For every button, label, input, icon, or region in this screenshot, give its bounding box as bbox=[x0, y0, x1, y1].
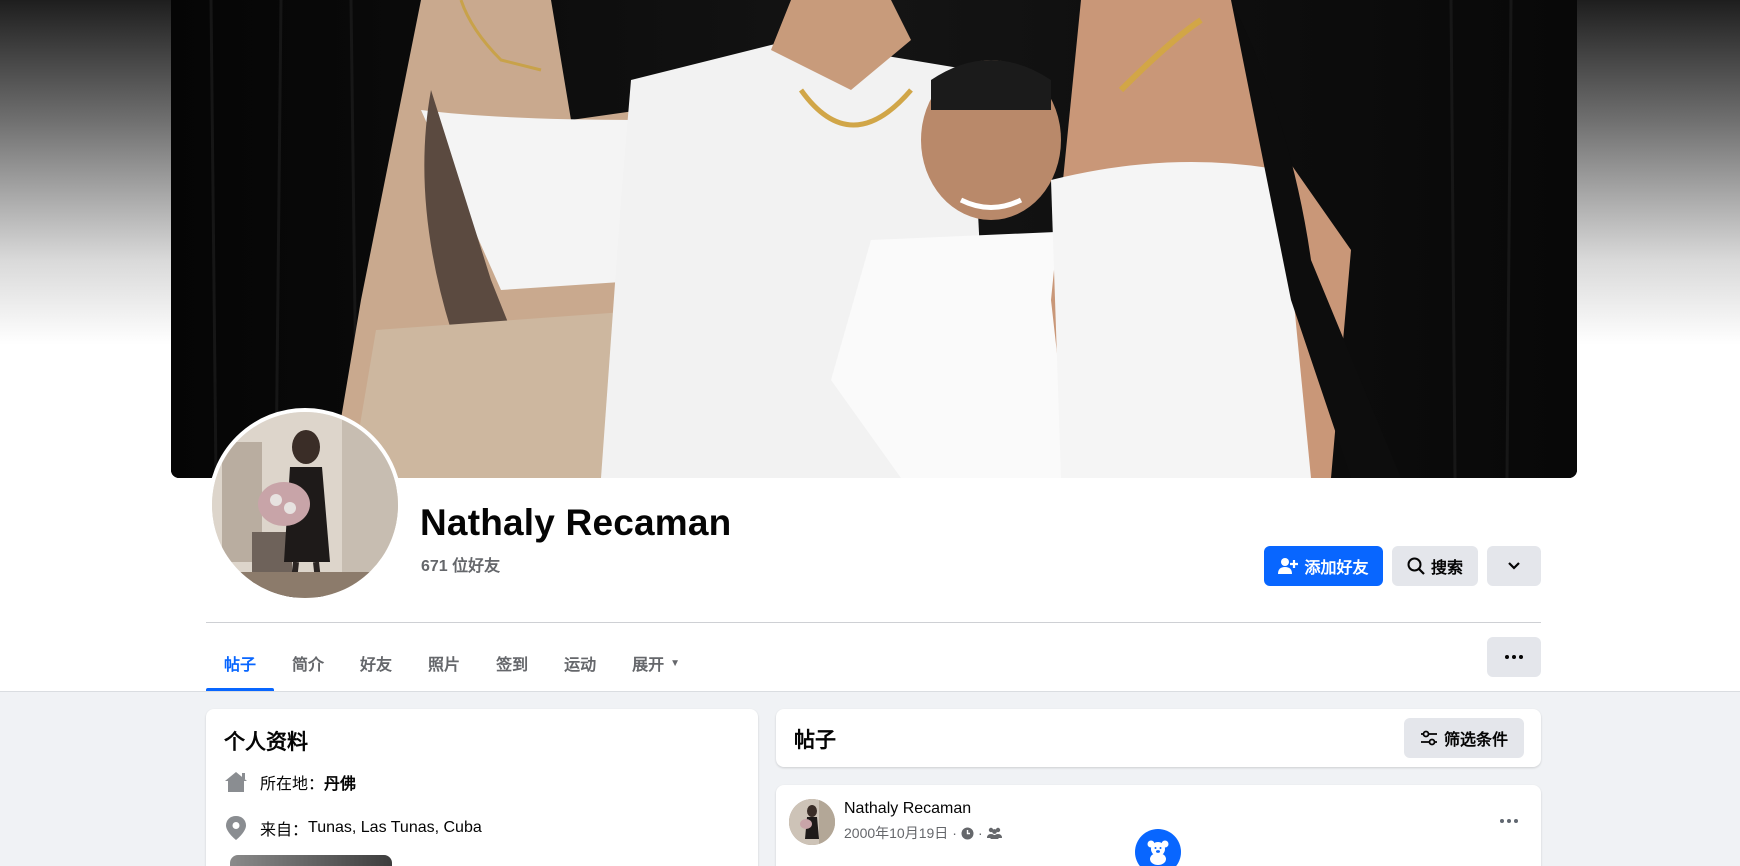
home-icon bbox=[224, 770, 248, 794]
profile-header: Nathaly Recaman 671 位好友 添加好友 搜索 帖子 简介 好友… bbox=[0, 0, 1740, 692]
profile-more-button[interactable] bbox=[1487, 546, 1541, 586]
post-date[interactable]: 2000年10月19日 bbox=[844, 823, 948, 843]
chevron-down-icon bbox=[1508, 562, 1520, 570]
clock-icon bbox=[961, 827, 974, 839]
add-friend-label: 添加好友 bbox=[1304, 560, 1369, 577]
tab-label: 展开 bbox=[632, 657, 665, 674]
friends-icon bbox=[986, 827, 1002, 839]
lives-in-row: 所在地： 丹佛 bbox=[224, 770, 356, 794]
tabs-overflow-button[interactable] bbox=[1487, 637, 1541, 677]
profile-name: Nathaly Recaman bbox=[420, 502, 732, 543]
intro-card: 个人资料 所在地： 丹佛 来自： Tunas, Las Tunas, Cuba bbox=[206, 709, 758, 866]
post-card: Nathaly Recaman 2000年10月19日 · · bbox=[776, 785, 1541, 866]
filter-sliders-icon bbox=[1420, 730, 1437, 746]
post-options-button[interactable] bbox=[1491, 803, 1527, 839]
tab-label: 简介 bbox=[292, 657, 325, 674]
tab-label: 签到 bbox=[496, 657, 529, 674]
more-horizontal-icon bbox=[1505, 655, 1523, 659]
post-meta: 2000年10月19日 · · bbox=[844, 823, 1002, 843]
posts-title: 帖子 bbox=[794, 729, 836, 752]
tab-label: 好友 bbox=[360, 657, 393, 674]
from-label: 来自： bbox=[260, 822, 309, 839]
tab-label: 运动 bbox=[564, 657, 597, 674]
location-pin-icon bbox=[224, 816, 248, 840]
search-label: 搜索 bbox=[1430, 560, 1463, 577]
featured-photo[interactable] bbox=[230, 855, 392, 866]
from-value[interactable]: Tunas, Las Tunas, Cuba bbox=[308, 819, 482, 837]
header-divider bbox=[206, 622, 1541, 623]
tab-photos[interactable]: 照片 bbox=[410, 635, 478, 691]
more-horizontal-icon bbox=[1500, 819, 1518, 823]
search-button[interactable]: 搜索 bbox=[1392, 546, 1478, 586]
intro-title: 个人资料 bbox=[224, 731, 308, 754]
search-icon bbox=[1407, 557, 1425, 575]
meta-separator: · bbox=[952, 825, 957, 841]
friends-count[interactable]: 671 位好友 bbox=[421, 552, 500, 576]
tab-checkins[interactable]: 签到 bbox=[478, 635, 546, 691]
filter-label: 筛选条件 bbox=[1443, 732, 1508, 749]
cover-photo[interactable] bbox=[171, 0, 1577, 478]
add-friend-icon bbox=[1278, 558, 1299, 574]
teddy-bear-icon bbox=[1147, 840, 1169, 865]
caret-down-icon: ▼ bbox=[670, 657, 681, 669]
posts-header-card: 帖子 筛选条件 bbox=[776, 709, 1541, 767]
post-author-avatar[interactable] bbox=[789, 799, 835, 845]
profile-avatar[interactable] bbox=[208, 408, 402, 602]
life-event-badge bbox=[1135, 829, 1181, 866]
filter-button[interactable]: 筛选条件 bbox=[1404, 718, 1524, 758]
post-author-name[interactable]: Nathaly Recaman bbox=[844, 800, 971, 818]
from-row: 来自： Tunas, Las Tunas, Cuba bbox=[224, 816, 482, 840]
add-friend-button[interactable]: 添加好友 bbox=[1264, 546, 1383, 586]
tab-more[interactable]: 展开 ▼ bbox=[614, 635, 698, 691]
tab-label: 照片 bbox=[428, 657, 461, 674]
tab-about[interactable]: 简介 bbox=[274, 635, 342, 691]
meta-separator: · bbox=[977, 825, 983, 841]
tab-posts[interactable]: 帖子 bbox=[206, 635, 275, 691]
tab-label: 帖子 bbox=[224, 657, 257, 674]
lives-in-label: 所在地： bbox=[260, 776, 325, 793]
profile-tabs: 帖子 简介 好友 照片 签到 运动 展开 ▼ bbox=[206, 635, 698, 691]
lives-in-value[interactable]: 丹佛 bbox=[324, 770, 356, 794]
tab-sports[interactable]: 运动 bbox=[546, 635, 614, 691]
tab-friends[interactable]: 好友 bbox=[342, 635, 410, 691]
